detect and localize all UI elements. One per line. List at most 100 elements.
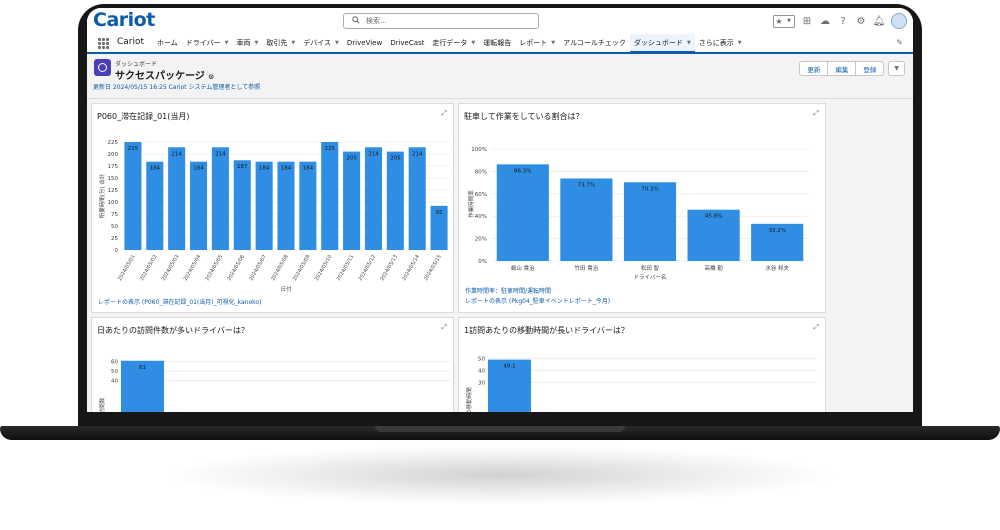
- y-axis-label: 作業時間率: [467, 190, 475, 218]
- data-label: 184: [193, 166, 204, 172]
- edit-nav-icon[interactable]: ✎: [896, 38, 903, 47]
- nav-item[interactable]: 運転報告: [479, 34, 515, 52]
- y-tick-label: 60: [111, 360, 118, 366]
- dashboard-title: サクセスパッケージ ⊙: [115, 67, 214, 82]
- search-icon: [352, 16, 360, 24]
- subscribe-button[interactable]: 登録: [855, 61, 885, 76]
- help-icon[interactable]: ?: [837, 15, 849, 27]
- nav-item[interactable]: アルコールチェック: [559, 34, 630, 52]
- nav-item[interactable]: 取引先 ▼: [262, 34, 299, 52]
- data-label: 214: [171, 151, 182, 157]
- nav-item[interactable]: さらに表示 ▼: [695, 34, 746, 52]
- gear-icon[interactable]: ⚙: [855, 15, 867, 27]
- dashboard-header: ダッシュボード サクセスパッケージ ⊙ 更新日 2024/05/15 16:25…: [87, 55, 913, 99]
- app-launcher-icon[interactable]: [98, 38, 109, 49]
- global-actions-icon[interactable]: ⊞: [801, 15, 813, 27]
- global-search-input[interactable]: 検索...: [343, 13, 539, 29]
- data-label: 187: [237, 164, 248, 170]
- y-tick-label: 60%: [475, 192, 487, 198]
- y-tick-label: 30: [478, 380, 485, 386]
- bell-icon[interactable]: 🔔︎: [873, 15, 886, 27]
- chevron-down-icon[interactable]: ▼: [471, 40, 475, 46]
- y-axis-label: の移動時間: [465, 387, 473, 412]
- data-label: 205: [346, 156, 357, 162]
- global-header: Cariot 検索... ★ ▼ ⊞ ☁ ? ⚙ 🔔︎: [87, 8, 913, 34]
- y-axis-label: 所要時間(分) 合計: [98, 173, 106, 218]
- nav-item[interactable]: レポート ▼: [515, 34, 559, 52]
- nav-item[interactable]: デバイス ▼: [299, 34, 343, 52]
- app-navigation-bar: Cariot ホーム ドライバー ▼ 車両 ▼ 取引先 ▼ デバイス ▼ DriveView Dri…: [87, 34, 913, 54]
- x-tick-label: 2024/05/15: [423, 254, 443, 282]
- nav-item-label: 車両: [236, 39, 251, 47]
- y-tick-label: 125: [108, 188, 119, 194]
- bar: [386, 151, 404, 250]
- bar: [343, 151, 361, 250]
- travel-time-bar-chart: 30 40 50 49.1 の移動時間: [465, 357, 817, 412]
- chevron-down-icon[interactable]: ▼: [225, 40, 229, 46]
- bar: [124, 142, 142, 250]
- dashboard-actions: 更新 編集 登録 ▼: [799, 61, 905, 76]
- chevron-down-icon[interactable]: ▼: [551, 40, 555, 46]
- y-tick-label: 20%: [475, 237, 487, 243]
- chevron-down-icon[interactable]: ▼: [335, 40, 339, 46]
- nav-item[interactable]: ドライバー ▼: [182, 34, 233, 52]
- y-tick-label: 0%: [478, 259, 487, 265]
- x-tick-label: 2024/05/08: [270, 254, 290, 282]
- x-tick-label: 2024/05/09: [292, 254, 312, 282]
- nav-item[interactable]: 走行データ ▼: [428, 34, 479, 52]
- favorites-button[interactable]: ★ ▼: [773, 14, 795, 28]
- x-tick-label: 2024/05/04: [183, 254, 203, 282]
- chevron-down-icon[interactable]: ▼: [738, 40, 742, 46]
- nav-item[interactable]: DriveCast: [386, 34, 428, 52]
- y-tick-label: 40: [478, 368, 485, 374]
- y-tick-label: 200: [108, 152, 119, 158]
- dashboard-panel-visits: 日あたりの訪問件数が多いドライバーは？ ⤢ 40 50 60 61 訪問数: [91, 317, 454, 412]
- x-tick-label: 2024/05/02: [139, 254, 159, 282]
- data-label: 184: [150, 166, 161, 172]
- nav-item[interactable]: 車両 ▼: [233, 34, 263, 52]
- x-tick-label: 2024/05/14: [401, 254, 421, 282]
- trailhead-icon[interactable]: ☁: [819, 15, 831, 27]
- bar: [168, 147, 186, 250]
- chevron-down-icon[interactable]: ▼: [687, 40, 691, 46]
- dashboard-title-text: サクセスパッケージ: [115, 71, 205, 82]
- laptop-base-notch: [375, 426, 625, 432]
- y-tick-label: 50: [111, 224, 118, 230]
- chevron-down-icon[interactable]: ▼: [255, 40, 259, 46]
- y-tick-label: 40: [111, 378, 118, 384]
- nav-item[interactable]: DriveView: [343, 34, 386, 52]
- data-label: 225: [128, 146, 139, 152]
- nav-items: ホーム ドライバー ▼ 車両 ▼ 取引先 ▼ デバイス ▼ DriveView DriveCast 走…: [153, 34, 746, 54]
- data-label: 184: [303, 166, 314, 172]
- nav-item-label: 取引先: [266, 39, 288, 47]
- view-report-link[interactable]: レポートの表示 (Pkg04_駐車イベントレポート_今月): [465, 296, 610, 305]
- info-icon[interactable]: ⊙: [208, 73, 214, 81]
- edit-button[interactable]: 編集: [827, 61, 857, 76]
- bar: [211, 147, 229, 250]
- x-tick-label: 嶋山 貴治: [511, 264, 535, 272]
- nav-item-label: ホーム: [157, 39, 178, 47]
- header-utility-icons: ★ ▼ ⊞ ☁ ? ⚙ 🔔︎: [773, 12, 907, 30]
- nav-item[interactable]: ホーム: [153, 34, 182, 52]
- data-label: 205: [390, 156, 401, 162]
- data-label: 214: [412, 151, 423, 157]
- nav-item-label: 走行データ: [432, 39, 468, 47]
- data-label: 214: [368, 151, 379, 157]
- y-tick-label: 175: [108, 164, 119, 170]
- bar: [299, 161, 317, 250]
- work-ratio-bar-chart: 0% 20% 40% 60% 80% 100% 86.3% 嶋山 貴治 73.7% 竹田 貴治 70…: [467, 147, 809, 281]
- nav-item-label: 運転報告: [483, 39, 512, 47]
- refresh-button[interactable]: 更新: [799, 61, 829, 76]
- cariot-logo[interactable]: Cariot: [93, 9, 155, 31]
- x-axis-label: ドライバー名: [634, 273, 667, 281]
- x-tick-label: 2024/05/05: [205, 254, 225, 282]
- view-report-link[interactable]: レポートの表示 (P060_滞在記録_01(当月)_可視化_kaneko): [98, 297, 261, 306]
- chevron-down-icon[interactable]: ▼: [291, 40, 295, 46]
- x-tick-label: 2024/05/01: [117, 254, 137, 282]
- nav-item-label: DriveCast: [390, 39, 425, 47]
- chevron-down-icon: ▼: [787, 18, 791, 24]
- avatar[interactable]: [891, 13, 907, 29]
- nav-item[interactable]: ダッシュボード ▼: [629, 34, 695, 54]
- y-tick-label: 25: [111, 236, 118, 242]
- more-actions-button[interactable]: ▼: [888, 61, 905, 76]
